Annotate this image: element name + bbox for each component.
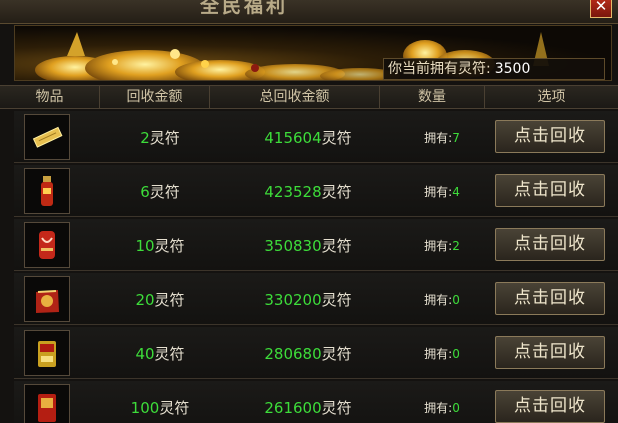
red-vial-icon (41, 176, 53, 206)
recycle-price: 100灵符 (130, 399, 190, 417)
owned-count: 拥有:0 (424, 347, 460, 361)
title-bar: 全民福利 ✕ (0, 0, 618, 24)
total-recycled: 261600灵符 (264, 399, 352, 417)
total-recycled: 415604灵符 (264, 129, 352, 147)
owned-count: 拥有:0 (424, 401, 460, 415)
recycle-price: 2灵符 (140, 129, 180, 147)
table-row: 100灵符 261600灵符 拥有:0 点击回收 (14, 381, 618, 423)
item-slot[interactable] (24, 114, 70, 160)
owned-count: 拥有:2 (424, 239, 460, 253)
item-slot[interactable] (24, 168, 70, 214)
recycle-button[interactable]: 点击回收 (495, 120, 605, 153)
recycle-button[interactable]: 点击回收 (495, 282, 605, 315)
recycle-price: 10灵符 (135, 237, 185, 255)
close-button[interactable]: ✕ (590, 0, 612, 18)
table-row: 2灵符 415604灵符 拥有:7 点击回收 (14, 111, 618, 163)
header-option: 选项 (537, 89, 566, 105)
item-slot[interactable] (24, 330, 70, 376)
header-count: 数量 (380, 86, 485, 109)
red-scroll-icon (39, 231, 55, 259)
gold-bar-icon (32, 126, 63, 148)
owned-count: 拥有:4 (424, 185, 460, 199)
table-row: 6灵符 423528灵符 拥有:4 点击回收 (14, 165, 618, 217)
gold-box-icon (38, 341, 56, 367)
owned-count: 拥有:7 (424, 131, 460, 145)
recycle-price: 6灵符 (140, 183, 180, 201)
recycle-button[interactable]: 点击回收 (495, 174, 605, 207)
table-header: 物品 回收金额 总回收金额 数量 选项 (0, 85, 618, 109)
recycle-button[interactable]: 点击回收 (495, 390, 605, 423)
recycle-price: 40灵符 (135, 345, 185, 363)
item-slot[interactable] (24, 384, 70, 423)
table-row: 40灵符 280680灵符 拥有:0 点击回收 (14, 327, 618, 379)
item-slot[interactable] (24, 276, 70, 322)
item-slot[interactable] (24, 222, 70, 268)
total-recycled: 330200灵符 (264, 291, 352, 309)
red-pouch-icon (36, 290, 59, 313)
header-total: 总回收金额 (210, 86, 380, 109)
window-title: 全民福利 (200, 0, 289, 17)
total-recycled: 280680灵符 (264, 345, 352, 363)
balance-value: 3500 (494, 61, 531, 77)
total-recycled: 350830灵符 (264, 237, 352, 255)
table-row: 10灵符 350830灵符 拥有:2 点击回收 (14, 219, 618, 271)
owned-count: 拥有:0 (424, 293, 460, 307)
header-item: 物品 (0, 86, 100, 109)
balance-display: 你当前拥有灵符: 3500 (383, 58, 605, 80)
balance-label: 你当前拥有灵符: (388, 61, 491, 77)
table-row: 20灵符 330200灵符 拥有:0 点击回收 (14, 273, 618, 325)
total-recycled: 423528灵符 (264, 183, 352, 201)
recycle-button[interactable]: 点击回收 (495, 336, 605, 369)
recycle-button[interactable]: 点击回收 (495, 228, 605, 261)
recycle-price: 20灵符 (135, 291, 185, 309)
red-box-icon (38, 394, 56, 422)
header-price: 回收金额 (100, 86, 210, 109)
